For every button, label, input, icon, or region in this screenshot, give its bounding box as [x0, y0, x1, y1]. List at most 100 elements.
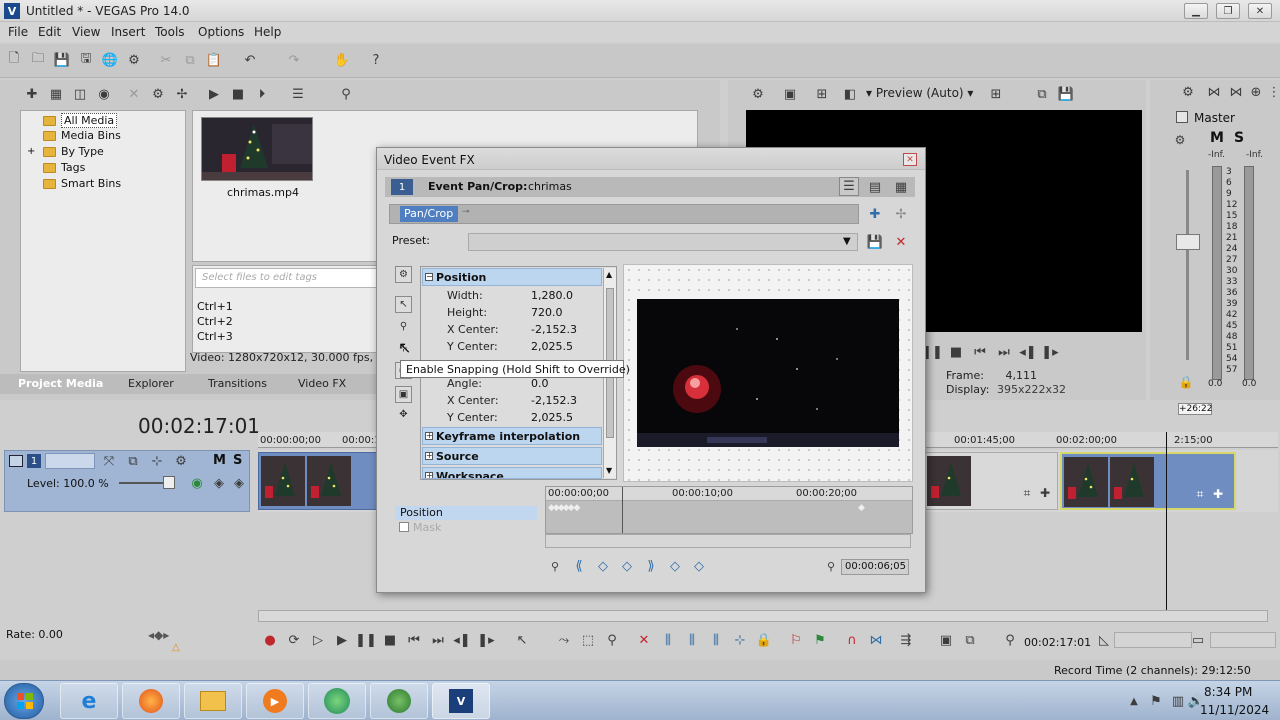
taskbar-vegas[interactable]: V	[432, 683, 490, 719]
blend-icon[interactable]: ◈	[229, 473, 249, 493]
level-slider-handle[interactable]	[163, 476, 175, 489]
video-clip[interactable]	[258, 452, 378, 510]
play-preview-icon[interactable]: ▶	[204, 84, 224, 104]
master-mute-button[interactable]: M	[1210, 130, 1224, 146]
move-icon[interactable]: ✥	[395, 406, 412, 423]
prop-width[interactable]: Width: 1,280.0	[422, 287, 602, 304]
prop-rotation-x-center[interactable]: X Center: -2,152.3	[422, 392, 602, 409]
first-keyframe-icon[interactable]: ⟪	[569, 556, 589, 576]
dim-output-icon[interactable]: ⋈	[1226, 82, 1246, 102]
prop-x-center[interactable]: X Center: -2,152.3	[422, 321, 602, 338]
pan-crop-icon[interactable]: ⌗	[1017, 483, 1037, 503]
sync-cursor-icon[interactable]: ⚲	[545, 556, 565, 576]
video-clip-selected[interactable]: ⌗ ✚	[1060, 452, 1236, 510]
menu-help[interactable]: Help	[254, 25, 281, 39]
event-fx-icon[interactable]: ✚	[1035, 483, 1055, 503]
close-button[interactable]: ✕	[1248, 3, 1272, 19]
media-thumbnail[interactable]	[201, 117, 313, 181]
selection-length-field[interactable]	[1114, 632, 1192, 648]
snapping-icon[interactable]: ∩	[842, 630, 862, 650]
record-icon[interactable]: ●	[260, 630, 280, 650]
expand-toggle[interactable]: +	[27, 146, 35, 157]
next-keyframe-icon[interactable]: ◇	[665, 556, 685, 576]
timeline-scrollbar[interactable]	[258, 610, 1268, 622]
trim-end-icon[interactable]: ⫼	[706, 630, 726, 650]
master-solo-button[interactable]: S	[1234, 130, 1244, 146]
track-mute-button[interactable]: M	[213, 453, 226, 468]
taskbar-ie[interactable]: e	[60, 683, 118, 719]
import-media-icon[interactable]: ✚	[22, 84, 42, 104]
zoom-tool-icon[interactable]: ⚲	[395, 318, 412, 335]
auto-preview-icon[interactable]: ⏵	[252, 84, 272, 104]
tree-item-tags[interactable]: Tags	[43, 161, 85, 174]
auto-preview-icon[interactable]: ⧉	[960, 630, 980, 650]
delete-preset-icon[interactable]: ✕	[891, 232, 911, 252]
selection-tool-icon[interactable]: ⬚	[578, 630, 598, 650]
action-center-icon[interactable]: ⚑	[1146, 691, 1166, 711]
capture-video-icon[interactable]: ▦	[46, 84, 66, 104]
tab-transitions[interactable]: Transitions	[208, 377, 267, 390]
redo-icon[interactable]: ↷	[284, 50, 304, 70]
pause-icon[interactable]: ❚❚	[355, 630, 377, 650]
prev-frame-icon[interactable]: ⏮	[970, 342, 990, 362]
stop-icon[interactable]: ■	[946, 342, 966, 362]
loop-icon[interactable]: ⟳	[284, 630, 304, 650]
grid-icon[interactable]: ⊞	[986, 84, 1006, 104]
network-icon[interactable]: ▥	[1168, 691, 1188, 711]
track-expand-icon[interactable]	[9, 455, 23, 467]
add-keyframe-icon[interactable]: ◇	[617, 556, 637, 576]
media-fx-icon[interactable]: ⚙	[148, 84, 168, 104]
tab-explorer[interactable]: Explorer	[128, 377, 174, 390]
delete-keyframe-icon[interactable]: ⟫	[641, 556, 661, 576]
master-fader-handle[interactable]	[1176, 234, 1200, 250]
clock-time[interactable]: 8:34 PM	[1204, 685, 1252, 699]
get-photo-icon[interactable]: ◫	[70, 84, 90, 104]
preset-select[interactable]: ▼	[468, 233, 858, 251]
menu-file[interactable]: File	[8, 25, 28, 39]
render-icon[interactable]: 🌐	[100, 50, 120, 70]
video-clip[interactable]: ⌗ ✚	[924, 452, 1058, 510]
save-icon[interactable]: 💾	[52, 50, 72, 70]
cut-icon[interactable]: ✂	[156, 50, 176, 70]
composite-icon[interactable]: ◉	[187, 473, 207, 493]
insert-region-icon[interactable]: ⚑	[810, 630, 830, 650]
new-project-icon[interactable]: 🗋	[4, 50, 24, 70]
lock-event-icon[interactable]: 🔒	[754, 630, 774, 650]
media-generator-icon[interactable]: ✢	[172, 84, 192, 104]
keyframe-end-marker[interactable]: ◆	[858, 503, 865, 513]
view-tiles-icon[interactable]: ▦	[891, 177, 911, 197]
maximize-button[interactable]: ❐	[1216, 3, 1240, 19]
split-screen-icon[interactable]: ⊞	[812, 84, 832, 104]
dialog-close-button[interactable]: ✕	[903, 153, 917, 166]
menu-view[interactable]: View	[72, 25, 100, 39]
keyframe-cursor[interactable]	[622, 487, 623, 533]
track-fx-icon[interactable]: ⚙	[171, 451, 191, 471]
go-to-end-icon[interactable]: ⏭	[428, 630, 448, 650]
overlays-icon[interactable]: ◧	[840, 84, 860, 104]
start-button[interactable]	[4, 683, 44, 719]
keyframe-markers[interactable]: ◆◆◆◆◆ ◆	[548, 503, 580, 513]
kf-time-field[interactable]: 00:00:06;05	[841, 559, 909, 575]
remove-media-icon[interactable]: ✕	[124, 84, 144, 104]
tree-item-all-media[interactable]: All Media	[43, 113, 118, 128]
taskbar-explorer[interactable]	[184, 683, 242, 719]
play-icon[interactable]: ▶	[332, 630, 352, 650]
region-marker[interactable]: +26:22	[1178, 403, 1212, 415]
keyframe-ruler[interactable]: 00:00:00;00 00:00:10;00 00:00:20;00	[546, 487, 912, 501]
section-keyframe-interpolation[interactable]: + Keyframe interpolation	[422, 427, 602, 445]
search-icon[interactable]: ⚲	[336, 84, 356, 104]
go-to-start-icon[interactable]: ⏮	[404, 630, 424, 650]
prop-y-center[interactable]: Y Center: 2,025.5	[422, 338, 602, 355]
properties-icon[interactable]: ⚙	[124, 50, 144, 70]
taskbar-firefox[interactable]	[122, 683, 180, 719]
view-grid-icon[interactable]: ▤	[865, 177, 885, 197]
master-menu-icon[interactable]: ⋮	[1264, 82, 1280, 102]
ripple-edit-icon[interactable]: ⇶	[896, 630, 916, 650]
trim-start-icon[interactable]: ⫼	[682, 630, 702, 650]
parent-motion-icon[interactable]: ⊹	[147, 451, 167, 471]
paste-icon[interactable]: 📋	[204, 50, 224, 70]
rate-slider-handle[interactable]: ◂◆▸	[148, 628, 169, 642]
help-icon[interactable]: ?	[366, 50, 386, 70]
normal-edit-tool-icon[interactable]: ↖	[512, 630, 532, 650]
insert-marker-icon[interactable]: ⚐	[786, 630, 806, 650]
